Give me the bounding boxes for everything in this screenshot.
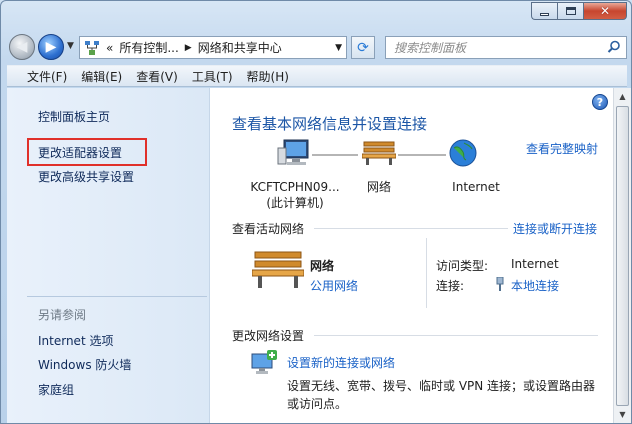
network-sharing-center-window: ✕ ◀ ▶ ▼ « 所有控制... ▶ 网络和共享中心 ▼ ⟳ 搜索控制面板 文… [0,0,632,424]
menu-edit[interactable]: 编辑(E) [81,66,122,87]
link-control-panel-home[interactable]: 控制面板主页 [38,108,110,125]
connection-label: 连接: [436,279,465,293]
caption-buttons: ✕ [531,2,627,20]
globe-icon[interactable] [448,138,478,168]
address-dropdown-icon[interactable]: ▼ [335,43,342,53]
setup-description-line2: 或访问点。 [287,397,348,411]
close-icon: ✕ [599,4,611,18]
access-type-value: Internet [511,257,559,271]
link-change-advanced-sharing[interactable]: 更改高级共享设置 [38,168,134,185]
setup-new-connection-link[interactable]: 设置新的连接或网络 [287,354,395,371]
address-bar[interactable]: « 所有控制... ▶ 网络和共享中心 ▼ [79,36,347,59]
change-settings-heading: 更改网络设置 [232,329,305,343]
maximize-button[interactable] [557,2,583,20]
refresh-button[interactable]: ⟳ [351,36,375,59]
minimize-button[interactable] [531,2,557,20]
link-windows-firewall[interactable]: Windows 防火墙 [38,356,131,373]
menu-file[interactable]: 文件(F) [27,66,67,87]
page-title: 查看基本网络信息并设置连接 [232,115,428,133]
see-also-heading: 另请参阅 [38,308,87,322]
node-computer-sublabel: (此计算机) [266,196,324,210]
setup-description-line1: 设置无线、宽带、拨号、临时或 VPN 连接；或设置路由器 [287,379,596,393]
menu-bar: 文件(F) 编辑(E) 查看(V) 工具(T) 帮助(H) [7,65,627,87]
link-homegroup[interactable]: 家庭组 [38,381,74,398]
computer-icon [277,139,309,165]
active-networks-rule [314,228,508,229]
network-icon [85,40,99,55]
breadcrumb-overflow[interactable]: « [106,41,113,55]
refresh-icon: ⟳ [357,39,369,56]
minimize-icon [540,12,549,16]
network-bench-icon [252,251,304,288]
new-connection-icon [251,350,277,374]
main-content: ? 查看基本网络信息并设置连接 查看完整映射 KCFTCPHN09... (此计… [209,88,613,423]
map-connector-2 [398,154,446,156]
link-internet-options[interactable]: Internet 选项 [38,332,113,349]
search-icon[interactable] [607,40,621,54]
active-network-name: 网络 [310,259,335,273]
menu-help[interactable]: 帮助(H) [247,66,289,87]
node-network-label: 网络 [366,180,391,194]
local-connection-link[interactable]: 本地连接 [511,277,559,294]
forward-button[interactable]: ▶ [38,34,64,60]
menu-view[interactable]: 查看(V) [136,66,178,87]
search-box[interactable]: 搜索控制面板 [385,36,627,59]
change-settings-rule [314,335,598,336]
breadcrumb-separator-icon[interactable]: ▶ [185,43,192,53]
access-type-label: 访问类型: [436,259,489,273]
active-networks-heading: 查看活动网络 [232,222,305,236]
scroll-up-icon[interactable]: ▲ [614,88,631,105]
breadcrumb-control-panel[interactable]: 所有控制... [119,39,178,56]
recent-pages-dropdown[interactable]: ▼ [67,41,74,51]
search-placeholder: 搜索控制面板 [394,41,467,55]
ethernet-icon [496,277,504,291]
link-change-adapter-settings[interactable]: 更改适配器设置 [38,144,122,161]
close-button[interactable]: ✕ [583,2,627,20]
node-computer-label: KCFTCPHN09... [250,180,340,194]
breadcrumb-network-center[interactable]: 网络和共享中心 [198,39,282,56]
bench-icon[interactable] [362,140,396,166]
see-also-divider [27,296,207,297]
connect-disconnect-link[interactable]: 连接或断开连接 [513,220,597,237]
forward-arrow-icon: ▶ [45,39,57,55]
scroll-down-icon[interactable]: ▼ [614,406,631,423]
back-button[interactable]: ◀ [9,34,35,60]
help-button[interactable]: ? [592,94,608,110]
navigation-bar: ◀ ▶ ▼ « 所有控制... ▶ 网络和共享中心 ▼ ⟳ 搜索控制面板 [7,33,629,61]
maximize-icon [565,7,576,15]
help-icon: ? [596,95,604,109]
menu-tools[interactable]: 工具(T) [192,66,233,87]
back-arrow-icon: ◀ [16,39,28,55]
public-network-link[interactable]: 公用网络 [310,277,358,294]
task-pane: 控制面板主页 更改适配器设置 更改高级共享设置 另请参阅 Internet 选项… [7,88,209,423]
node-internet-label: Internet [452,180,500,194]
view-full-map-link[interactable]: 查看完整映射 [526,140,598,157]
map-connector-1 [312,154,358,156]
scroll-thumb[interactable] [616,106,629,406]
vertical-scrollbar[interactable]: ▲ ▼ [613,88,631,423]
active-network-divider [426,238,427,308]
